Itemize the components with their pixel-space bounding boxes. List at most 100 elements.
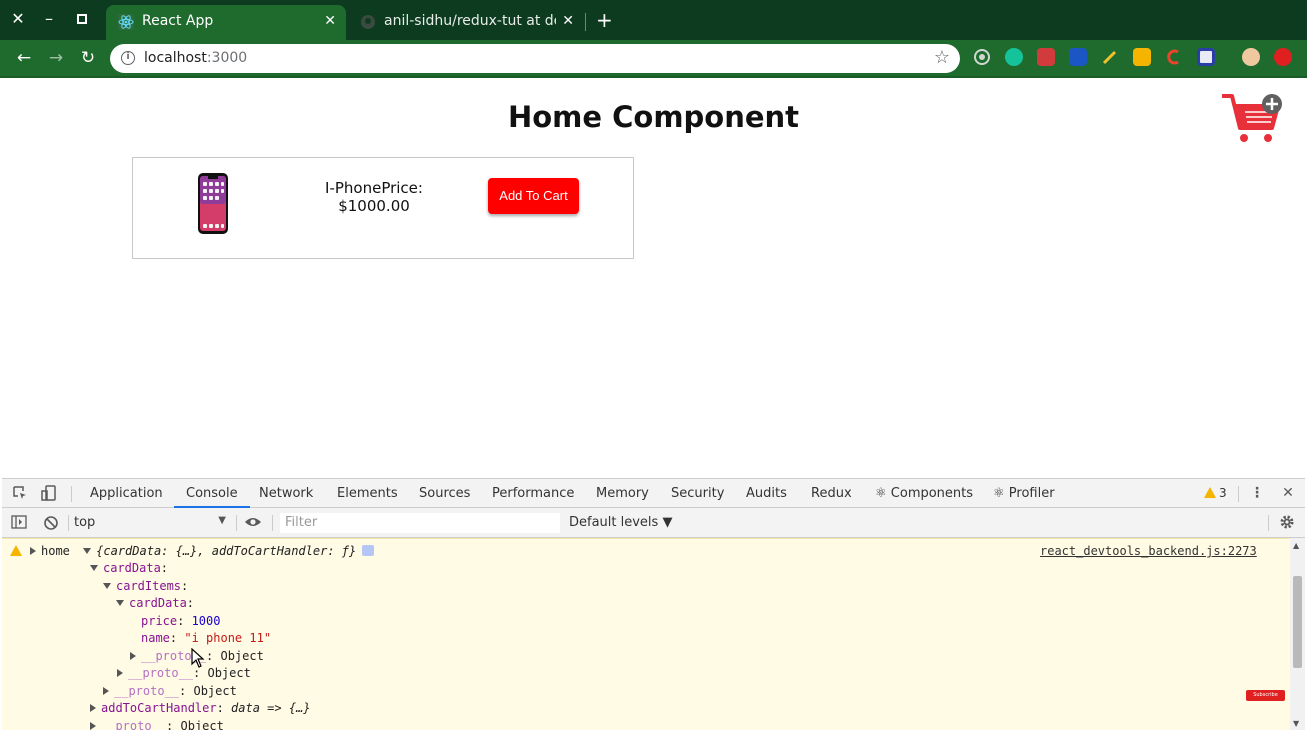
tab-audits[interactable]: Audits — [746, 479, 787, 508]
tree-row: price: 1000 — [141, 613, 220, 630]
console-settings-gear-icon[interactable] — [1278, 514, 1296, 530]
warning-icon — [1204, 487, 1216, 498]
address-bar[interactable]: i localhost:3000 ☆ — [110, 44, 960, 73]
tab-components[interactable]: ⚛ Components — [875, 479, 973, 508]
console-filter-input[interactable]: Filter — [280, 513, 560, 533]
toolbar-divider — [68, 515, 69, 531]
log-levels-dropdown[interactable]: Default levels ▼ — [569, 515, 672, 530]
extension-red-icon[interactable] — [1037, 48, 1055, 66]
react-favicon-icon — [118, 14, 134, 30]
prop-sep: : — [186, 596, 195, 610]
tab-sources[interactable]: Sources — [419, 479, 470, 508]
tree-row[interactable]: __proto__: Object — [90, 718, 224, 730]
tab-security[interactable]: Security — [671, 479, 724, 508]
console-scrollbar[interactable]: ▲ ▼ — [1290, 538, 1305, 730]
url-port: :3000 — [206, 50, 248, 66]
close-window-icon[interactable]: ✕ — [8, 7, 28, 31]
tree-row[interactable]: cardData: — [90, 560, 168, 577]
tab-react-app[interactable]: React App ✕ — [106, 5, 346, 40]
tab-performance[interactable]: Performance — [492, 479, 574, 508]
bookmark-star-icon[interactable]: ☆ — [934, 47, 950, 68]
collapse-arrow-icon[interactable] — [83, 548, 92, 554]
extension-grammarly-icon[interactable] — [1005, 48, 1023, 66]
tree-row[interactable]: cardItems: — [103, 578, 188, 595]
tab-close-icon[interactable]: ✕ — [324, 13, 336, 29]
extension-pen-icon[interactable] — [1101, 48, 1119, 66]
extension-n-icon[interactable] — [1069, 48, 1087, 66]
tab-redux[interactable]: Redux — [811, 479, 852, 508]
tab-title: React App — [142, 13, 214, 29]
tab-title: anil-sidhu/redux-tut at de — [384, 13, 556, 29]
prop-sep: : — [169, 631, 185, 645]
info-icon[interactable]: i — [121, 51, 135, 65]
add-to-cart-button[interactable]: Add To Cart — [488, 178, 579, 214]
scroll-up-icon[interactable]: ▲ — [1293, 541, 1299, 550]
expand-arrow-icon[interactable] — [90, 704, 96, 712]
profile-avatar[interactable] — [1242, 48, 1260, 66]
prop-sep: : — [216, 701, 232, 715]
console-filter-bar: top ▼ Filter Default levels ▼ — [2, 508, 1305, 538]
extension-shield-icon[interactable] — [1133, 48, 1151, 66]
tab-console[interactable]: Console — [174, 479, 250, 508]
prop-sep: : — [181, 579, 189, 593]
expand-arrow-icon[interactable] — [130, 652, 136, 660]
scroll-down-icon[interactable]: ▼ — [1293, 719, 1299, 728]
collapse-arrow-icon[interactable] — [103, 583, 111, 589]
back-icon[interactable]: ← — [13, 47, 35, 69]
expand-arrow-icon[interactable] — [90, 722, 96, 730]
reload-icon[interactable]: ↻ — [77, 47, 99, 69]
warning-icon — [10, 545, 22, 556]
inspect-element-icon[interactable] — [11, 485, 29, 501]
subscribe-badge[interactable]: Subscribe — [1246, 690, 1285, 701]
extension-update-icon[interactable] — [1274, 48, 1292, 66]
tree-row[interactable]: __proto__: Object — [117, 665, 251, 682]
prop-key: name — [141, 631, 170, 645]
extension-radar-icon[interactable] — [973, 48, 991, 66]
warning-counter[interactable]: 3 — [1204, 486, 1227, 500]
expand-arrow-icon[interactable] — [103, 687, 109, 695]
tab-application[interactable]: Application — [90, 479, 163, 508]
devtools-tabbar: Application Console Network Elements Sou… — [2, 479, 1305, 508]
tree-row: name: "i phone 11" — [141, 630, 271, 647]
console-log-entry[interactable]: home {cardData: {…}, addToCartHandler: ƒ… — [10, 543, 375, 560]
tab-close-icon[interactable]: ✕ — [562, 13, 574, 29]
tab-memory[interactable]: Memory — [596, 479, 649, 508]
tab-elements[interactable]: Elements — [337, 479, 398, 508]
device-toolbar-icon[interactable] — [40, 485, 58, 501]
console-border — [2, 538, 1290, 539]
expand-arrow-icon[interactable] — [30, 547, 36, 555]
live-expression-eye-icon[interactable] — [244, 515, 262, 531]
forward-icon[interactable]: → — [45, 47, 67, 69]
tree-row[interactable]: cardData: — [116, 595, 194, 612]
prop-key: cardData — [103, 561, 161, 575]
tab-network[interactable]: Network — [259, 479, 313, 508]
prop-value: Object — [180, 719, 224, 730]
tab-profiler[interactable]: ⚛ Profiler — [993, 479, 1055, 508]
extension-c-icon[interactable] — [1165, 48, 1183, 66]
source-link[interactable]: react_devtools_backend.js:2273 — [1040, 544, 1257, 558]
prop-key: __proto__ — [101, 719, 167, 730]
collapse-arrow-icon[interactable] — [90, 565, 98, 571]
tab-github[interactable]: anil-sidhu/redux-tut at de ✕ — [348, 5, 584, 40]
collapse-arrow-icon[interactable] — [116, 600, 124, 606]
prop-sep: : — [179, 684, 194, 698]
tree-row[interactable]: __proto__: Object — [103, 683, 237, 700]
product-name-price: I-PhonePrice: $1000.00 — [303, 179, 445, 215]
minimize-window-icon[interactable]: – — [39, 7, 59, 31]
prop-value: Object — [207, 666, 251, 680]
show-sidebar-icon[interactable] — [10, 515, 28, 531]
close-devtools-icon[interactable]: ✕ — [1279, 485, 1297, 501]
clear-console-icon[interactable] — [42, 515, 60, 531]
expand-arrow-icon[interactable] — [117, 669, 123, 677]
tab-strip: ✕ – React App ✕ anil-sidhu/redux-tut at … — [0, 0, 1307, 40]
tree-row[interactable]: addToCartHandler: data => {…} — [90, 700, 311, 717]
toolbar-divider — [1268, 515, 1269, 531]
cart-icon[interactable] — [1220, 92, 1284, 152]
maximize-window-icon[interactable] — [72, 7, 92, 31]
context-selector[interactable]: top ▼ — [74, 515, 226, 530]
prop-sep: : — [193, 666, 208, 680]
more-options-icon[interactable]: ⋮ — [1248, 485, 1266, 501]
scrollbar-thumb[interactable] — [1293, 576, 1302, 668]
new-tab-icon[interactable]: + — [596, 9, 613, 31]
extension-window-icon[interactable] — [1197, 48, 1215, 66]
